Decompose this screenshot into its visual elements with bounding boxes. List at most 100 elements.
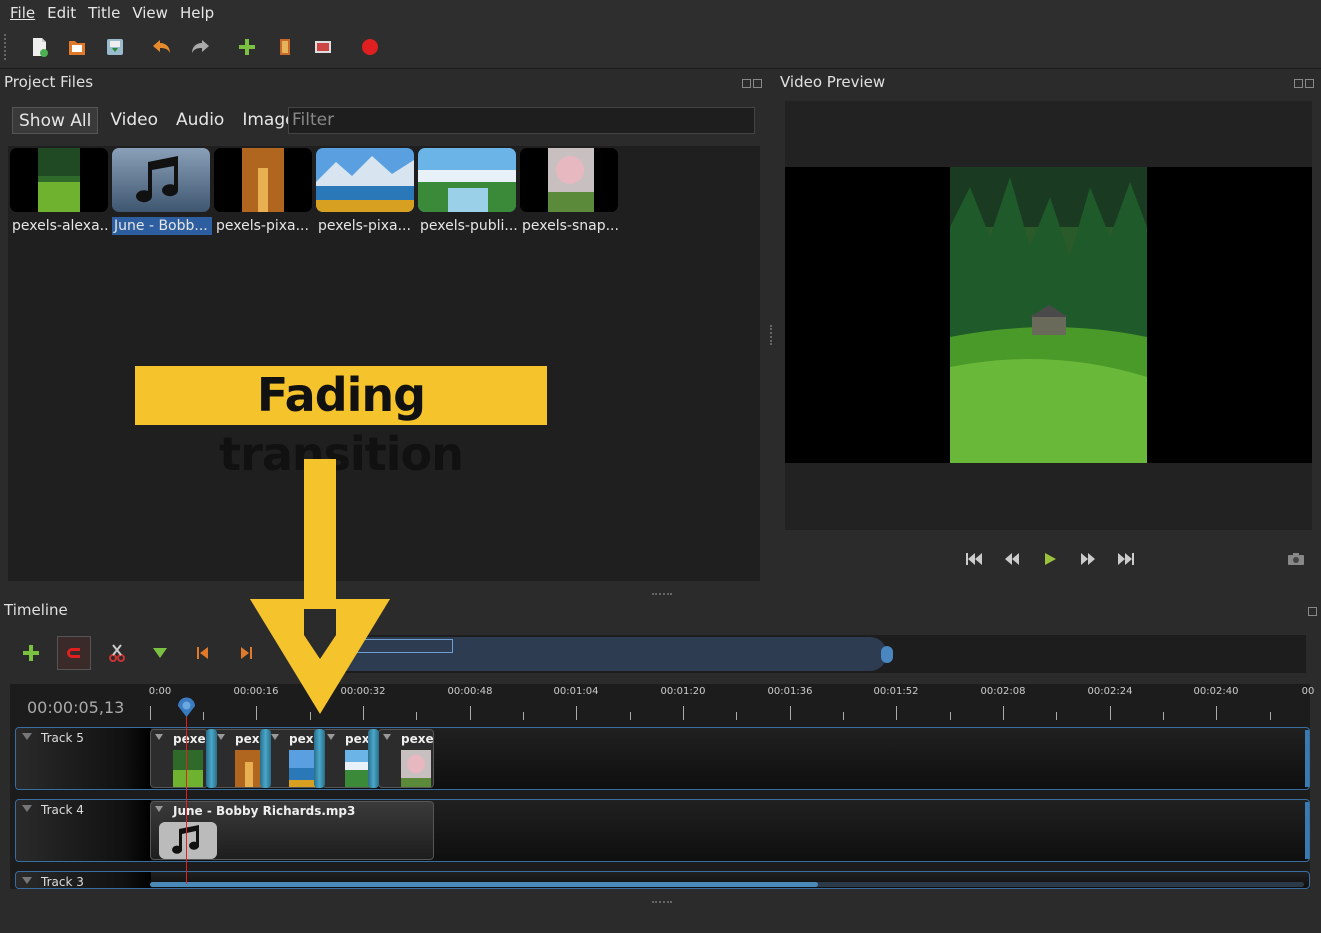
transition-marker[interactable] [260,729,271,788]
transition-marker[interactable] [368,729,379,788]
play-icon [1045,553,1056,565]
open-project-button[interactable] [65,35,89,59]
scrollbar-thumb[interactable] [150,882,818,887]
fast-forward-button[interactable] [1075,549,1101,569]
track-4[interactable]: Track 4 June - Bobby Richards.mp3 [15,799,1310,862]
project-file-item[interactable]: pexels-pixa... [316,148,416,235]
track-5[interactable]: Track 5 pexe... pexe pexe pexe... pexe..… [15,727,1310,790]
redo-icon [192,39,209,53]
timeline-clip[interactable]: pexe... [150,729,208,788]
ruler-label: 00 [1301,686,1315,697]
audio-clip[interactable]: June - Bobby Richards.mp3 [150,801,434,860]
previous-marker-button[interactable] [186,636,220,670]
clip-menu-icon[interactable] [383,734,391,740]
snap-toggle-button[interactable] [57,636,91,670]
redo-button[interactable] [188,35,212,59]
ruler-label: 0:00 [148,686,172,697]
menu-bar: File Edit Title View Help [0,0,1321,25]
track-header[interactable]: Track 3 [16,872,151,888]
razor-button[interactable] [100,636,134,670]
project-files-dock-buttons[interactable] [742,76,766,88]
clip-title: pexe... [401,732,434,746]
project-file-label: June - Bobb... [112,217,212,235]
fullscreen-button[interactable] [311,35,335,59]
video-preview-dock-buttons[interactable] [1294,76,1318,88]
timeline-overview-scrollbar[interactable] [335,635,1306,673]
ruler-label: 00:02:24 [1087,686,1133,697]
fullscreen-icon [315,40,331,53]
clip-menu-icon[interactable] [327,734,335,740]
export-video-button[interactable] [358,35,382,59]
filter-input[interactable]: Filter [288,107,755,134]
clip-menu-icon[interactable] [155,806,163,812]
track-name: Track 4 [41,803,84,817]
splitter-handle[interactable] [652,593,672,597]
timeline-clip[interactable]: pexe... [378,729,434,788]
play-button[interactable] [1037,549,1063,569]
tab-video[interactable]: Video [104,107,164,134]
annotation-arrow [250,459,390,714]
project-file-item-selected[interactable]: June - Bobb... [112,148,212,235]
video-preview-area [785,101,1312,530]
project-file-item[interactable]: pexels-snap... [520,148,620,235]
clip-menu-icon[interactable] [217,734,225,740]
project-file-item[interactable]: pexels-pixa... [214,148,314,235]
ruler-label: 00:00:48 [447,686,493,697]
current-time-display: 00:00:05,13 [27,698,125,717]
ruler-label: 00:01:04 [553,686,599,697]
save-project-button[interactable] [103,35,127,59]
track-menu-icon[interactable] [22,805,32,812]
new-project-button[interactable] [27,35,51,59]
ruler-label: 00:01:36 [767,686,813,697]
timeline-dock-buttons[interactable] [1308,604,1321,616]
timeline-clip[interactable]: pexe [212,729,266,788]
clip-menu-icon[interactable] [271,734,279,740]
project-file-item[interactable]: pexels-publi... [418,148,518,235]
rewind-button[interactable] [999,549,1025,569]
track-menu-icon[interactable] [22,877,32,884]
track-menu-icon[interactable] [22,733,32,740]
video-thumbnail [418,148,516,212]
overview-visible-range[interactable] [335,637,887,671]
open-project-icon [69,40,85,55]
menu-edit[interactable]: Edit [41,4,82,22]
save-project-icon [107,38,123,55]
project-file-item[interactable]: pexels-alexa... [10,148,110,235]
ruler-label: 00:01:20 [660,686,706,697]
splitter-handle[interactable] [770,325,774,345]
menu-view[interactable]: View [126,4,174,22]
playback-controls [955,549,1145,569]
project-file-label: pexels-publi... [420,218,518,234]
camera-button[interactable] [1283,549,1309,569]
splitter-handle[interactable] [652,901,672,905]
playhead-handle[interactable] [176,697,197,718]
menu-title[interactable]: Title [82,4,126,22]
timeline-horizontal-scrollbar[interactable] [150,882,1304,887]
export-video-icon [362,38,378,55]
tab-audio[interactable]: Audio [170,107,230,134]
fast-forward-icon [1081,553,1095,565]
jump-start-button[interactable] [961,549,987,569]
tab-show-all[interactable]: Show All [12,107,99,134]
track-header[interactable]: Track 4 [16,800,151,861]
music-note-icon [159,822,217,859]
profile-icon [280,38,290,55]
menu-help[interactable]: Help [174,4,220,22]
video-thumbnail [316,148,414,212]
track-header[interactable]: Track 5 [16,728,151,789]
toolbar-grip[interactable] [4,33,10,60]
project-files-title: Project Files [4,73,94,91]
add-marker-button[interactable] [143,636,177,670]
track-name: Track 5 [41,731,84,745]
overview-zoom-handle[interactable] [881,646,893,663]
import-files-button[interactable] [235,35,259,59]
profile-button[interactable] [273,35,297,59]
project-file-label: pexels-snap... [522,218,619,234]
jump-end-button[interactable] [1113,549,1139,569]
menu-file[interactable]: File [4,4,41,22]
undo-button[interactable] [150,35,174,59]
clip-menu-icon[interactable] [155,734,163,740]
add-track-button[interactable] [14,636,48,670]
transition-marker[interactable] [314,729,325,788]
transition-marker[interactable] [206,729,217,788]
